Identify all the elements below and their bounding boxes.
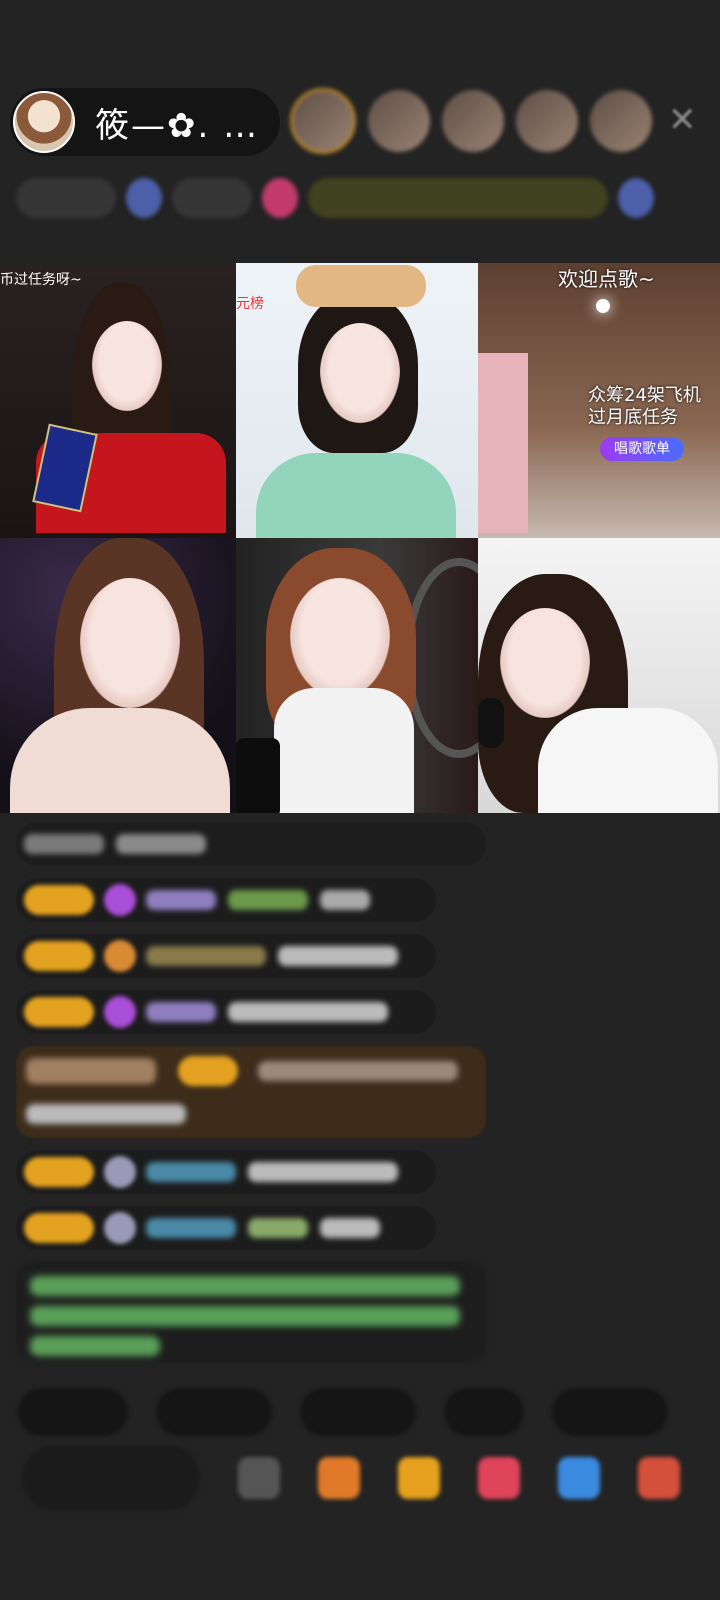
host-name: 筱—✿. …: [95, 105, 260, 146]
chat-message[interactable]: [16, 934, 436, 978]
chat-message[interactable]: [16, 1150, 436, 1194]
host-avatar[interactable]: [13, 91, 75, 153]
video-tile-4[interactable]: [0, 538, 236, 813]
video-tile-6[interactable]: [478, 538, 720, 813]
fan-badge-icon: [104, 940, 136, 972]
video-tile-5[interactable]: [236, 538, 478, 813]
close-icon[interactable]: ✕: [668, 100, 697, 140]
user-level-badge: [24, 941, 94, 971]
viewer-avatar[interactable]: [290, 88, 356, 154]
multi-guest-video-grid: 币过任务呀~ 元榜 欢迎点歌~ 众筹24架飞机 过月底任务 唱歌歌单: [0, 263, 720, 813]
gift-icon[interactable]: [638, 1457, 680, 1499]
viewer-avatar[interactable]: [442, 90, 504, 152]
chat-list: [16, 822, 496, 1362]
stat-chip[interactable]: [172, 178, 252, 218]
chat-message[interactable]: [16, 878, 436, 922]
chat-message[interactable]: [16, 822, 486, 866]
top-viewers: [290, 88, 652, 154]
gift-box-icon[interactable]: [318, 1457, 360, 1499]
video-tile-2[interactable]: 元榜: [236, 263, 478, 538]
sticker-icon[interactable]: [126, 178, 162, 218]
song-list-button[interactable]: 唱歌歌单: [600, 437, 684, 461]
user-level-badge: [24, 997, 94, 1027]
system-notice: [16, 1262, 486, 1362]
bottom-toolbar: [22, 1428, 712, 1528]
fan-badge-icon: [104, 1156, 136, 1188]
tile-2-caption: 元榜: [236, 296, 264, 312]
video-tile-3[interactable]: 欢迎点歌~ 众筹24架飞机 过月底任务 唱歌歌单: [478, 263, 720, 538]
viewer-avatar[interactable]: [368, 90, 430, 152]
more-icon[interactable]: [618, 178, 654, 218]
chat-message-highlight[interactable]: [16, 1046, 486, 1138]
user-level-badge: [24, 1157, 94, 1187]
info-row: [16, 176, 696, 220]
chat-message[interactable]: [16, 990, 436, 1034]
tile-3-welcome: 欢迎点歌~: [558, 267, 655, 291]
announcement-chip[interactable]: [308, 178, 608, 218]
tile-1-caption: 币过任务呀~: [0, 272, 82, 288]
rank-chip[interactable]: [16, 178, 116, 218]
emoji-icon[interactable]: [238, 1457, 280, 1499]
viewer-avatar[interactable]: [516, 90, 578, 152]
comment-input[interactable]: [22, 1445, 200, 1511]
fan-badge-icon: [104, 884, 136, 916]
red-packet-icon[interactable]: [398, 1457, 440, 1499]
host-info-pill[interactable]: 筱—✿. …: [10, 88, 280, 156]
gift-icon[interactable]: [262, 178, 298, 218]
user-level-badge: [24, 1213, 94, 1243]
chat-message[interactable]: [16, 1206, 436, 1250]
tile-3-line-2: 过月底任务: [588, 407, 678, 428]
fan-badge-icon: [104, 1212, 136, 1244]
heart-icon[interactable]: [478, 1457, 520, 1499]
viewer-avatar[interactable]: [590, 90, 652, 152]
share-icon[interactable]: [558, 1457, 600, 1499]
status-bar-area: [0, 0, 720, 80]
video-tile-1[interactable]: 币过任务呀~: [0, 263, 236, 538]
user-level-badge: [24, 885, 94, 915]
fan-badge-icon: [104, 996, 136, 1028]
